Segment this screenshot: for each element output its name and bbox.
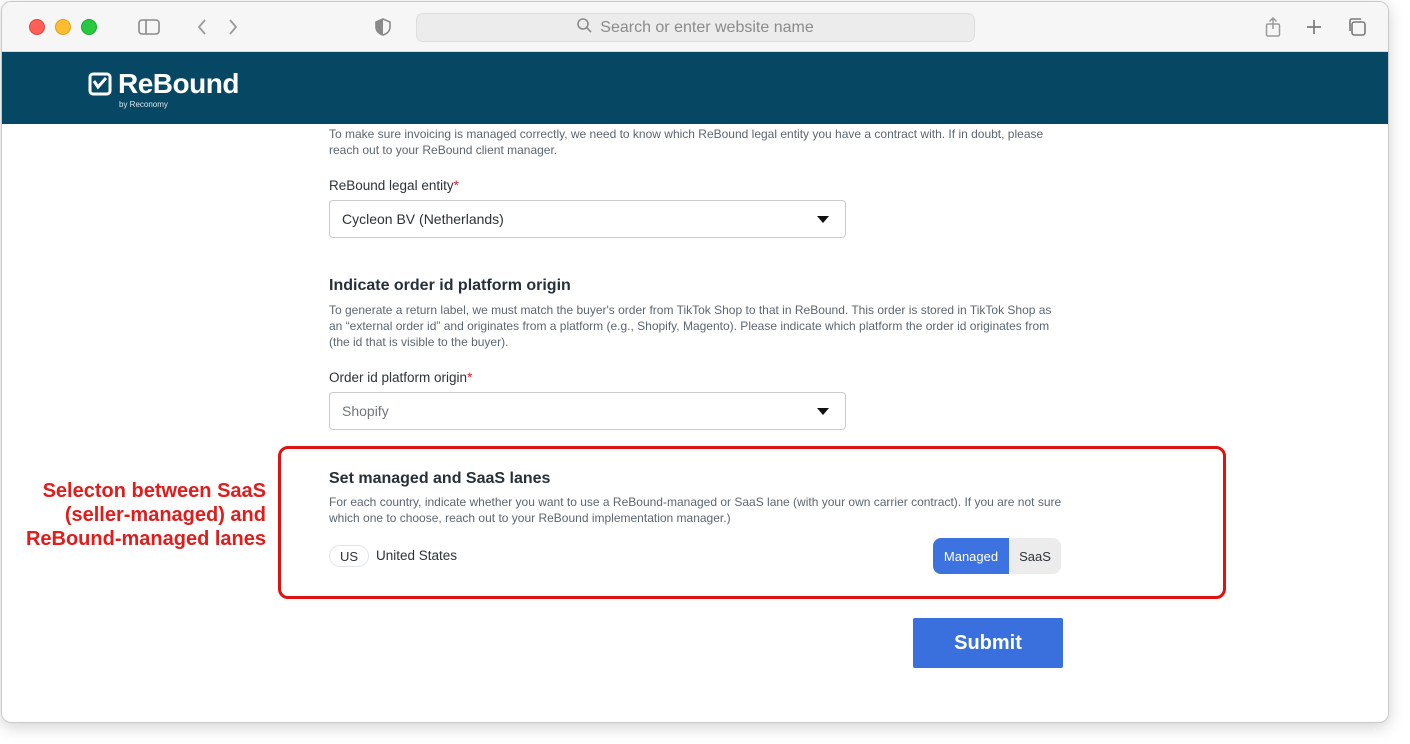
address-bar[interactable]: Search or enter website name bbox=[416, 13, 975, 42]
required-mark: * bbox=[467, 370, 473, 385]
order-origin-label: Order id platform origin* bbox=[329, 370, 472, 385]
zoom-window-button[interactable] bbox=[81, 19, 97, 35]
form-content: To make sure invoicing is managed correc… bbox=[2, 124, 1388, 722]
country-name: United States bbox=[376, 548, 458, 563]
browser-toolbar: Search or enter website name bbox=[2, 2, 1388, 52]
dropdown-arrow-icon bbox=[817, 216, 829, 223]
sidebar-toggle-icon[interactable] bbox=[137, 15, 161, 39]
managed-option[interactable]: Managed bbox=[933, 538, 1009, 574]
legal-entity-label: ReBound legal entity* bbox=[329, 178, 459, 193]
back-icon[interactable] bbox=[190, 15, 214, 39]
legal-entity-label-text: ReBound legal entity bbox=[329, 178, 454, 193]
site-header: ReBound by Reconomy bbox=[2, 52, 1388, 124]
new-tab-icon[interactable] bbox=[1302, 15, 1326, 39]
rebound-logo[interactable]: ReBound by Reconomy bbox=[88, 68, 239, 109]
brand-tagline: by Reconomy bbox=[119, 100, 168, 109]
order-origin-value: Shopify bbox=[342, 403, 389, 419]
legal-entity-select[interactable]: Cycleon BV (Netherlands) bbox=[329, 200, 846, 238]
dropdown-arrow-icon bbox=[817, 408, 829, 415]
order-origin-label-text: Order id platform origin bbox=[329, 370, 468, 385]
lanes-description: For each country, indicate whether you w… bbox=[329, 495, 1062, 525]
order-origin-select[interactable]: Shopify bbox=[329, 392, 846, 430]
country-code-badge: US bbox=[329, 545, 370, 567]
saas-option[interactable]: SaaS bbox=[1009, 538, 1061, 574]
address-placeholder: Search or enter website name bbox=[600, 18, 814, 36]
order-origin-heading: Indicate order id platform origin bbox=[329, 277, 571, 294]
brand-name: ReBound bbox=[118, 68, 239, 99]
legal-entity-value: Cycleon BV (Netherlands) bbox=[342, 211, 504, 227]
rebound-logo-mark-icon bbox=[88, 72, 112, 96]
close-window-button[interactable] bbox=[29, 19, 45, 35]
submit-button[interactable]: Submit bbox=[913, 618, 1063, 668]
forward-icon[interactable] bbox=[221, 15, 245, 39]
privacy-shield-icon[interactable] bbox=[371, 15, 395, 39]
tab-overview-icon[interactable] bbox=[1345, 15, 1369, 39]
search-icon bbox=[577, 17, 592, 38]
browser-window: Search or enter website name ReBound by … bbox=[1, 1, 1389, 723]
lanes-heading: Set managed and SaaS lanes bbox=[329, 470, 551, 487]
required-mark: * bbox=[453, 178, 459, 193]
annotation-text: Selecton between SaaS (seller-managed) a… bbox=[25, 480, 266, 550]
order-origin-description: To generate a return label, we must matc… bbox=[329, 303, 1052, 349]
minimize-window-button[interactable] bbox=[55, 19, 71, 35]
lane-type-toggle[interactable]: Managed SaaS bbox=[933, 538, 1061, 574]
share-icon[interactable] bbox=[1261, 15, 1285, 39]
legal-entity-intro: To make sure invoicing is managed correc… bbox=[329, 127, 1044, 157]
